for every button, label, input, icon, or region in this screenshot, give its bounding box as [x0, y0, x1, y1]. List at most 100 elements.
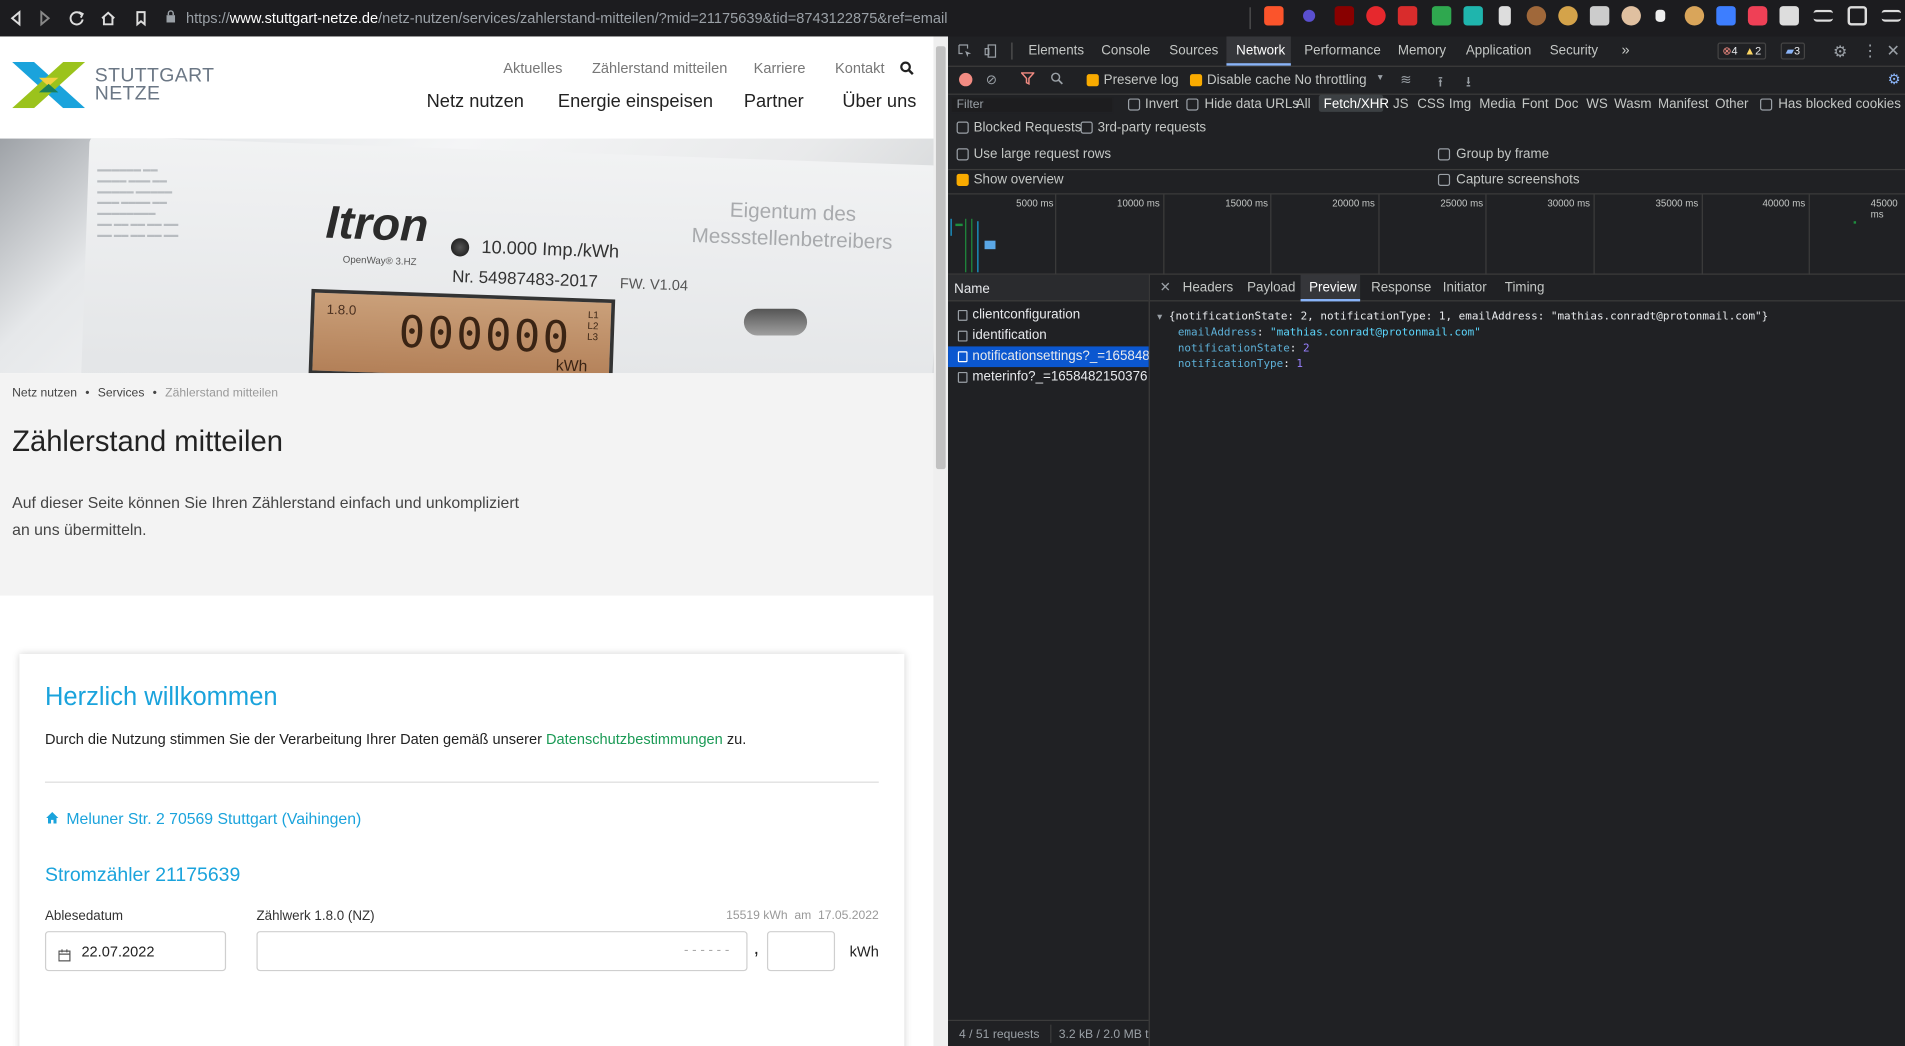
tab-payload[interactable]: Payload: [1247, 281, 1295, 296]
filter-funnel-icon[interactable]: [1020, 72, 1036, 89]
kebab-menu-icon[interactable]: ⋮: [1862, 41, 1878, 60]
tab-performance[interactable]: Performance: [1304, 44, 1381, 59]
message-badge[interactable]: ▰3: [1780, 42, 1805, 60]
show-overview-checkbox[interactable]: [956, 173, 969, 186]
extension-icon[interactable]: [1303, 9, 1316, 22]
toplink-zaehlerstand[interactable]: Zählerstand mitteilen: [592, 60, 727, 77]
tab-response[interactable]: Response: [1371, 281, 1431, 296]
type-doc[interactable]: Doc: [1555, 97, 1579, 112]
cookie-autodelete-icon[interactable]: [1684, 6, 1705, 26]
export-har-icon[interactable]: ⭳: [1466, 70, 1471, 96]
tab-security[interactable]: Security: [1550, 44, 1598, 59]
json-summary-row[interactable]: ▼ {notificationState: 2, notificationTyp…: [1157, 310, 1768, 326]
adblock-icon[interactable]: [1366, 6, 1386, 26]
blocked-requests-checkbox[interactable]: [956, 121, 969, 134]
shield-extension-icon[interactable]: [1431, 6, 1452, 26]
wallet-icon[interactable]: [1847, 6, 1868, 26]
chevron-down-icon[interactable]: ▼: [1376, 74, 1384, 83]
wifi-settings-icon[interactable]: ≋: [1400, 72, 1411, 88]
type-css[interactable]: CSS: [1417, 97, 1445, 112]
timeline-overview[interactable]: 5000 ms 10000 ms 15000 ms 20000 ms 25000…: [948, 194, 1905, 275]
reading-input[interactable]: - - - - - -: [256, 931, 748, 972]
search-icon[interactable]: [899, 60, 914, 82]
record-icon[interactable]: [959, 72, 973, 87]
brave-shields-icon[interactable]: [1264, 6, 1284, 26]
address-bar[interactable]: https://www.stuttgart-netze.de/netz-nutz…: [165, 4, 1257, 33]
type-ws[interactable]: WS: [1586, 97, 1608, 112]
tab-sources[interactable]: Sources: [1169, 44, 1218, 59]
media-extension-icon[interactable]: [1397, 6, 1418, 26]
tab-initiator[interactable]: Initiator: [1443, 281, 1487, 296]
name-column-header[interactable]: Name: [948, 274, 1149, 302]
nav-energie-einspeisen[interactable]: Energie einspeisen: [558, 91, 713, 112]
back-icon[interactable]: [0, 2, 32, 34]
cookie-editor-icon[interactable]: [1558, 6, 1578, 26]
request-row-selected[interactable]: notificationsettings?_=165848...: [948, 346, 1149, 368]
nav-netz-nutzen[interactable]: Netz nutzen: [427, 91, 524, 112]
breadcrumb-netz-nutzen[interactable]: Netz nutzen: [12, 387, 77, 400]
reading-list-icon[interactable]: [1813, 9, 1833, 22]
lock-extension-icon[interactable]: [1655, 9, 1666, 22]
ublock-icon[interactable]: [1334, 6, 1355, 26]
type-wasm[interactable]: Wasm: [1614, 97, 1651, 112]
request-row[interactable]: clientconfiguration: [948, 305, 1149, 326]
nav-partner[interactable]: Partner: [744, 91, 804, 112]
close-detail-icon[interactable]: ✕: [1160, 280, 1171, 296]
issue-badges[interactable]: ⊗4 ▲2: [1717, 42, 1767, 60]
menu-icon[interactable]: [1881, 9, 1902, 22]
network-settings-icon[interactable]: ⚙: [1888, 70, 1901, 87]
tab-application[interactable]: Application: [1466, 44, 1531, 59]
type-other[interactable]: Other: [1715, 97, 1748, 112]
invert-checkbox[interactable]: [1127, 98, 1141, 111]
vue-devtools-icon[interactable]: [1589, 6, 1610, 26]
toplink-kontakt[interactable]: Kontakt: [835, 60, 884, 77]
search-icon[interactable]: [1050, 72, 1063, 89]
type-img[interactable]: Img: [1449, 97, 1471, 112]
type-media[interactable]: Media: [1479, 97, 1515, 112]
expand-triangle-icon[interactable]: ▼: [1157, 312, 1162, 322]
avatar-extension-icon[interactable]: [1621, 6, 1641, 26]
inspect-icon[interactable]: [958, 44, 973, 62]
request-row[interactable]: identification: [948, 326, 1149, 347]
close-devtools-icon[interactable]: ✕: [1886, 41, 1899, 60]
type-all[interactable]: All: [1296, 97, 1311, 112]
blocked-cookies-checkbox[interactable]: [1760, 98, 1773, 111]
tool-extension-icon[interactable]: [1463, 6, 1483, 26]
tab-console[interactable]: Console: [1101, 44, 1150, 59]
import-har-icon[interactable]: ⭱: [1438, 70, 1443, 96]
type-font[interactable]: Font: [1522, 97, 1549, 112]
note-extension-icon[interactable]: [1498, 6, 1511, 26]
privacy-link[interactable]: Datenschutzbestimmungen: [546, 731, 723, 748]
page-scrollbar[interactable]: [933, 36, 949, 1046]
third-party-checkbox[interactable]: [1080, 121, 1093, 134]
forward-icon[interactable]: [29, 2, 61, 34]
pocket-icon[interactable]: [1747, 6, 1768, 26]
group-frame-checkbox[interactable]: [1437, 148, 1451, 161]
hide-data-urls-checkbox[interactable]: [1186, 98, 1199, 111]
clear-icon[interactable]: ⊘: [986, 72, 997, 88]
translate-extension-icon[interactable]: [1716, 6, 1736, 26]
capture-screenshots-checkbox[interactable]: [1437, 173, 1451, 186]
date-input[interactable]: 22.07.2022: [44, 931, 227, 972]
tab-preview[interactable]: Preview: [1309, 281, 1357, 296]
toplink-aktuelles[interactable]: Aktuelles: [503, 60, 562, 77]
settings-gear-icon[interactable]: ⚙: [1833, 43, 1847, 62]
extensions-puzzle-icon[interactable]: [1779, 6, 1799, 26]
decimal-input[interactable]: [766, 931, 836, 972]
tab-timing[interactable]: Timing: [1505, 281, 1545, 296]
disable-cache-checkbox[interactable]: [1189, 74, 1203, 87]
type-fetch-xhr[interactable]: Fetch/XHR: [1324, 97, 1389, 112]
tab-elements[interactable]: Elements: [1028, 44, 1084, 59]
large-rows-checkbox[interactable]: [956, 148, 969, 161]
more-tabs-icon[interactable]: »: [1621, 41, 1629, 58]
tab-memory[interactable]: Memory: [1398, 44, 1446, 59]
filter-input[interactable]: Filter: [950, 97, 1114, 114]
type-js[interactable]: JS: [1393, 97, 1409, 112]
breadcrumb-services[interactable]: Services: [98, 387, 145, 400]
request-row[interactable]: meterinfo?_=1658482150376: [948, 367, 1149, 388]
reload-icon[interactable]: [61, 2, 93, 34]
home-icon[interactable]: [92, 2, 124, 34]
scrollbar-thumb[interactable]: [935, 46, 946, 470]
toplink-karriere[interactable]: Karriere: [754, 60, 806, 77]
throttling-select[interactable]: No throttling: [1295, 73, 1367, 88]
